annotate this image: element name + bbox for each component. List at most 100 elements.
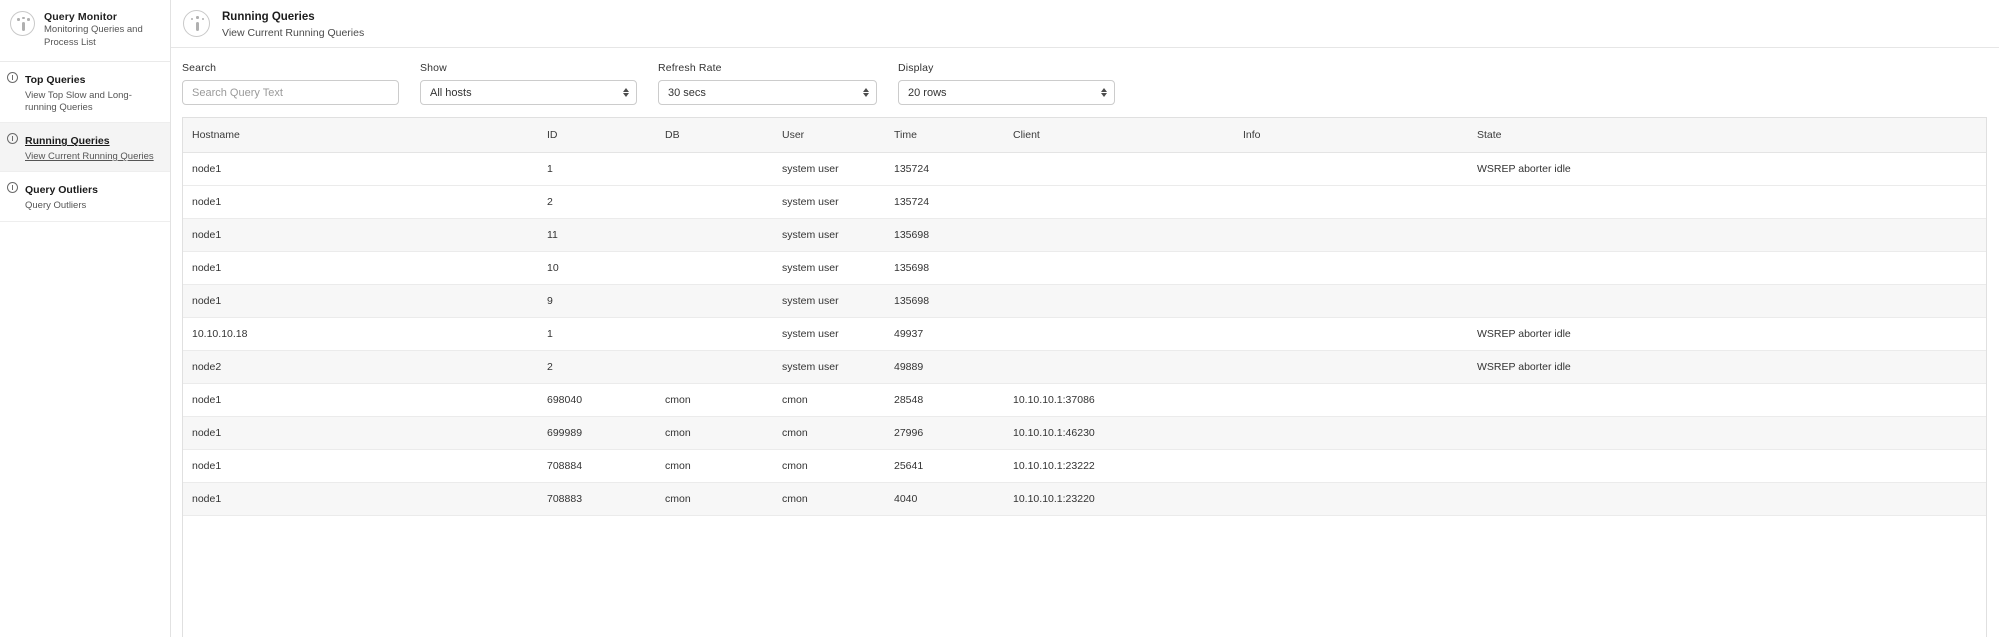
cell-db [656,350,773,384]
sidebar-item-desc: View Top Slow and Long-running Queries [25,89,132,113]
sidebar-item-query-outliers[interactable]: Query Outliers Query Outliers [0,172,170,222]
cell-id: 1 [538,317,656,351]
cell-info [1234,416,1468,450]
cell-db: cmon [656,416,773,450]
cell-state [1468,449,1986,483]
cell-state [1468,185,1986,219]
cell-user: system user [773,152,885,186]
cell-db: cmon [656,383,773,417]
stepper-icon[interactable] [1101,88,1107,97]
sidebar-item-top-queries[interactable]: Top Queries View Top Slow and Long-runni… [0,62,170,124]
cell-time: 4040 [885,482,1004,516]
column-header-time[interactable]: Time [885,118,1004,153]
table-row[interactable]: node1 10 system user 135698 [183,251,1986,285]
table-row[interactable]: node2 2 system user 49889 WSREP aborter idle [183,350,1986,384]
table-row[interactable]: node1 9 system user 135698 [183,284,1986,318]
cell-time: 27996 [885,416,1004,450]
cell-info [1234,383,1468,417]
cell-info [1234,482,1468,516]
cell-state: WSREP aborter idle [1468,317,1986,351]
cell-db [656,284,773,318]
cell-info [1234,350,1468,384]
cell-hostname: node1 [183,383,538,417]
cell-info [1234,152,1468,186]
table-row[interactable]: 10.10.10.18 1 system user 49937 WSREP aborte… [183,317,1986,351]
cell-state: WSREP aborter idle [1468,350,1986,384]
table-row[interactable]: node1 708883 cmon cmon 4040 10.10.10.1:23220 [183,482,1986,516]
cell-state [1468,383,1986,417]
query-monitor-icon [183,10,210,37]
search-field-group: Search Search Query Text [182,62,399,105]
cell-hostname: node1 [183,218,538,252]
filter-bar: Search Search Query Text Show All hosts … [171,48,1999,117]
show-select[interactable]: All hosts [420,80,637,105]
cell-time: 28548 [885,383,1004,417]
refresh-rate-select[interactable]: 30 secs [658,80,877,105]
table-row[interactable]: node1 11 system user 135698 [183,218,1986,252]
table-row[interactable]: node1 708884 cmon cmon 25641 10.10.10.1:23222 [183,449,1986,483]
cell-id: 9 [538,284,656,318]
cell-state [1468,218,1986,252]
stepper-icon[interactable] [863,88,869,97]
display-field-group: Display 20 rows [898,62,1115,105]
search-placeholder: Search Query Text [192,86,283,99]
cell-state [1468,284,1986,318]
cell-info [1234,218,1468,252]
cell-info [1234,251,1468,285]
cell-client [1004,185,1234,219]
cell-time: 135698 [885,251,1004,285]
cell-client [1004,317,1234,351]
table-row[interactable]: node1 1 system user 135724 WSREP aborter idl… [183,152,1986,186]
cell-id: 2 [538,350,656,384]
cell-hostname: node1 [183,251,538,285]
sidebar-item-running-queries[interactable]: Running Queries View Current Running Que… [0,123,170,173]
cell-id: 2 [538,185,656,219]
display-selected-value: 20 rows [908,86,947,99]
cell-time: 135698 [885,284,1004,318]
cell-db: cmon [656,449,773,483]
main-content: Running Queries View Current Running Que… [171,0,1999,637]
search-input[interactable]: Search Query Text [182,80,399,105]
cell-info [1234,449,1468,483]
page-title: Running Queries [222,11,315,23]
running-queries-table: Hostname ID DB User Time Client Info Sta… [183,118,1986,516]
table-row[interactable]: node1 699989 cmon cmon 27996 10.10.10.1:46230 [183,416,1986,450]
refresh-rate-field-group: Refresh Rate 30 secs [658,62,877,105]
sidebar-item-desc: Query Outliers [25,200,87,212]
show-label: Show [420,62,447,74]
column-header-info[interactable]: Info [1234,118,1468,153]
sidebar-brand-subtitle: Monitoring Queries and Process List [44,24,143,48]
cell-info [1234,185,1468,219]
page-subtitle: View Current Running Queries [222,26,365,39]
cell-db: cmon [656,482,773,516]
column-header-client[interactable]: Client [1004,118,1234,153]
cell-id: 10 [538,251,656,285]
cell-id: 698040 [538,383,656,417]
sidebar: Query Monitor Monitoring Queries and Pro… [0,0,171,637]
cell-user: system user [773,284,885,318]
cell-time: 135724 [885,185,1004,219]
cell-user: system user [773,251,885,285]
cell-db [656,218,773,252]
running-queries-table-container: Hostname ID DB User Time Client Info Sta… [182,117,1987,637]
clock-icon [7,182,18,194]
column-header-user[interactable]: User [773,118,885,153]
column-header-db[interactable]: DB [656,118,773,153]
cell-time: 135724 [885,152,1004,186]
table-row[interactable]: node1 698040 cmon cmon 28548 10.10.10.1:37086 [183,383,1986,417]
column-header-hostname[interactable]: Hostname [183,118,538,153]
column-header-id[interactable]: ID [538,118,656,153]
table-header: Hostname ID DB User Time Client Info Sta… [183,118,1986,153]
cell-time: 25641 [885,449,1004,483]
sidebar-item-label: Running Queries [25,135,110,148]
sidebar-item-desc: View Current Running Queries [25,151,154,163]
cell-time: 135698 [885,218,1004,252]
cell-hostname: node1 [183,449,538,483]
show-selected-value: All hosts [430,86,472,99]
column-header-state[interactable]: State [1468,118,1986,153]
cell-hostname: node1 [183,416,538,450]
stepper-icon[interactable] [623,88,629,97]
display-select[interactable]: 20 rows [898,80,1115,105]
table-row[interactable]: node1 2 system user 135724 [183,185,1986,219]
cell-state [1468,482,1986,516]
